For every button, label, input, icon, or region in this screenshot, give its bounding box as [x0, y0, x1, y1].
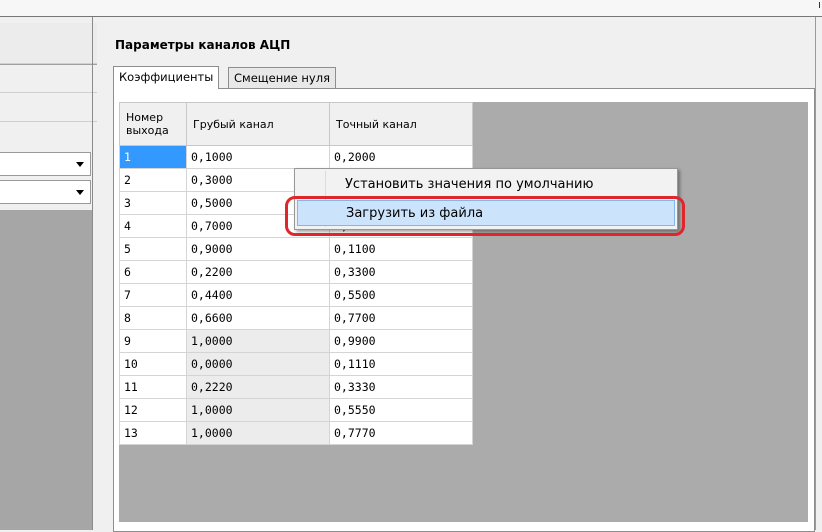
output-number-cell[interactable]: 12 [119, 398, 187, 422]
output-number-cell[interactable]: 7 [119, 283, 187, 307]
table-row[interactable]: 1 0,1000 0,2000 [119, 145, 473, 169]
coarse-channel-cell[interactable]: 1,0000 [186, 329, 330, 353]
left-dropdown-2[interactable] [0, 180, 91, 204]
table-row[interactable]: 10 0,0000 0,1110 [119, 352, 473, 376]
fine-channel-cell[interactable]: 0,7770 [329, 421, 473, 445]
splitter[interactable] [92, 17, 93, 530]
fine-channel-cell[interactable]: 0,5500 [329, 283, 473, 307]
fine-channel-cell[interactable]: 0,9900 [329, 329, 473, 353]
fine-channel-cell[interactable]: 0,3300 [329, 260, 473, 284]
tab-zero-offset[interactable]: Смещение нуля [228, 67, 337, 88]
output-number-cell[interactable]: 11 [119, 375, 187, 399]
window-edge-mark [819, 2, 820, 8]
coarse-channel-cell[interactable]: 0,0000 [186, 352, 330, 376]
fine-channel-cell[interactable]: 0,1110 [329, 352, 473, 376]
fine-channel-cell[interactable]: 0,7700 [329, 306, 473, 330]
table-row[interactable]: 5 0,9000 0,1100 [119, 237, 473, 261]
left-divider [0, 92, 97, 93]
fine-channel-cell[interactable]: 0,1100 [329, 237, 473, 261]
table-row[interactable]: 8 0,6600 0,7700 [119, 306, 473, 330]
output-number-cell[interactable]: 6 [119, 260, 187, 284]
coarse-channel-cell[interactable]: 0,4400 [186, 283, 330, 307]
table-row[interactable]: 6 0,2200 0,3300 [119, 260, 473, 284]
chevron-down-icon[interactable] [76, 190, 84, 195]
left-dropdown-1[interactable] [0, 152, 91, 176]
coarse-channel-cell[interactable]: 0,9000 [186, 237, 330, 261]
fine-channel-cell[interactable]: 0,3330 [329, 375, 473, 399]
left-panel-header [0, 23, 97, 64]
column-header-output-number[interactable]: Номер выхода [119, 102, 187, 146]
fine-channel-cell[interactable]: 0,5550 [329, 398, 473, 422]
grid-header-row: Номер выхода Грубый канал Точный канал [119, 102, 473, 146]
output-number-cell[interactable]: 2 [119, 168, 187, 192]
output-number-cell[interactable]: 3 [119, 191, 187, 215]
tab-coefficients[interactable]: Коэффициенты [113, 66, 220, 89]
output-number-cell[interactable]: 10 [119, 352, 187, 376]
coarse-channel-cell[interactable]: 0,2220 [186, 375, 330, 399]
output-number-cell[interactable]: 13 [119, 421, 187, 445]
coarse-channel-cell[interactable]: 0,2200 [186, 260, 330, 284]
column-header-fine-channel[interactable]: Точный канал [329, 102, 473, 146]
coarse-channel-cell[interactable]: 1,0000 [186, 398, 330, 422]
coarse-channel-cell[interactable]: 0,1000 [186, 145, 330, 169]
coarse-channel-cell[interactable]: 0,6600 [186, 306, 330, 330]
right-border [815, 17, 816, 530]
table-row[interactable]: 12 1,0000 0,5550 [119, 398, 473, 422]
output-number-cell[interactable]: 5 [119, 237, 187, 261]
output-number-cell[interactable]: 9 [119, 329, 187, 353]
left-divider [0, 64, 97, 65]
table-row[interactable]: 7 0,4400 0,5500 [119, 283, 473, 307]
red-highlight-outline [285, 196, 685, 236]
output-number-cell[interactable]: 8 [119, 306, 187, 330]
table-row[interactable]: 13 1,0000 0,7770 [119, 421, 473, 445]
coarse-channel-cell[interactable]: 1,0000 [186, 421, 330, 445]
left-divider [0, 121, 97, 122]
chevron-down-icon[interactable] [76, 162, 84, 167]
fine-channel-cell[interactable]: 0,2000 [329, 145, 473, 169]
group-title: Параметры каналов АЦП [115, 38, 291, 52]
coefficients-grid: Номер выхода Грубый канал Точный канал 1… [119, 102, 473, 445]
left-empty-area [0, 210, 92, 530]
title-strip [0, 0, 822, 17]
table-row[interactable]: 11 0,2220 0,3330 [119, 375, 473, 399]
column-header-coarse-channel[interactable]: Грубый канал [186, 102, 330, 146]
menu-item-set-defaults[interactable]: Установить значения по умолчанию [297, 172, 675, 198]
output-number-cell[interactable]: 1 [119, 145, 187, 169]
table-row[interactable]: 9 1,0000 0,9900 [119, 329, 473, 353]
output-number-cell[interactable]: 4 [119, 214, 187, 238]
